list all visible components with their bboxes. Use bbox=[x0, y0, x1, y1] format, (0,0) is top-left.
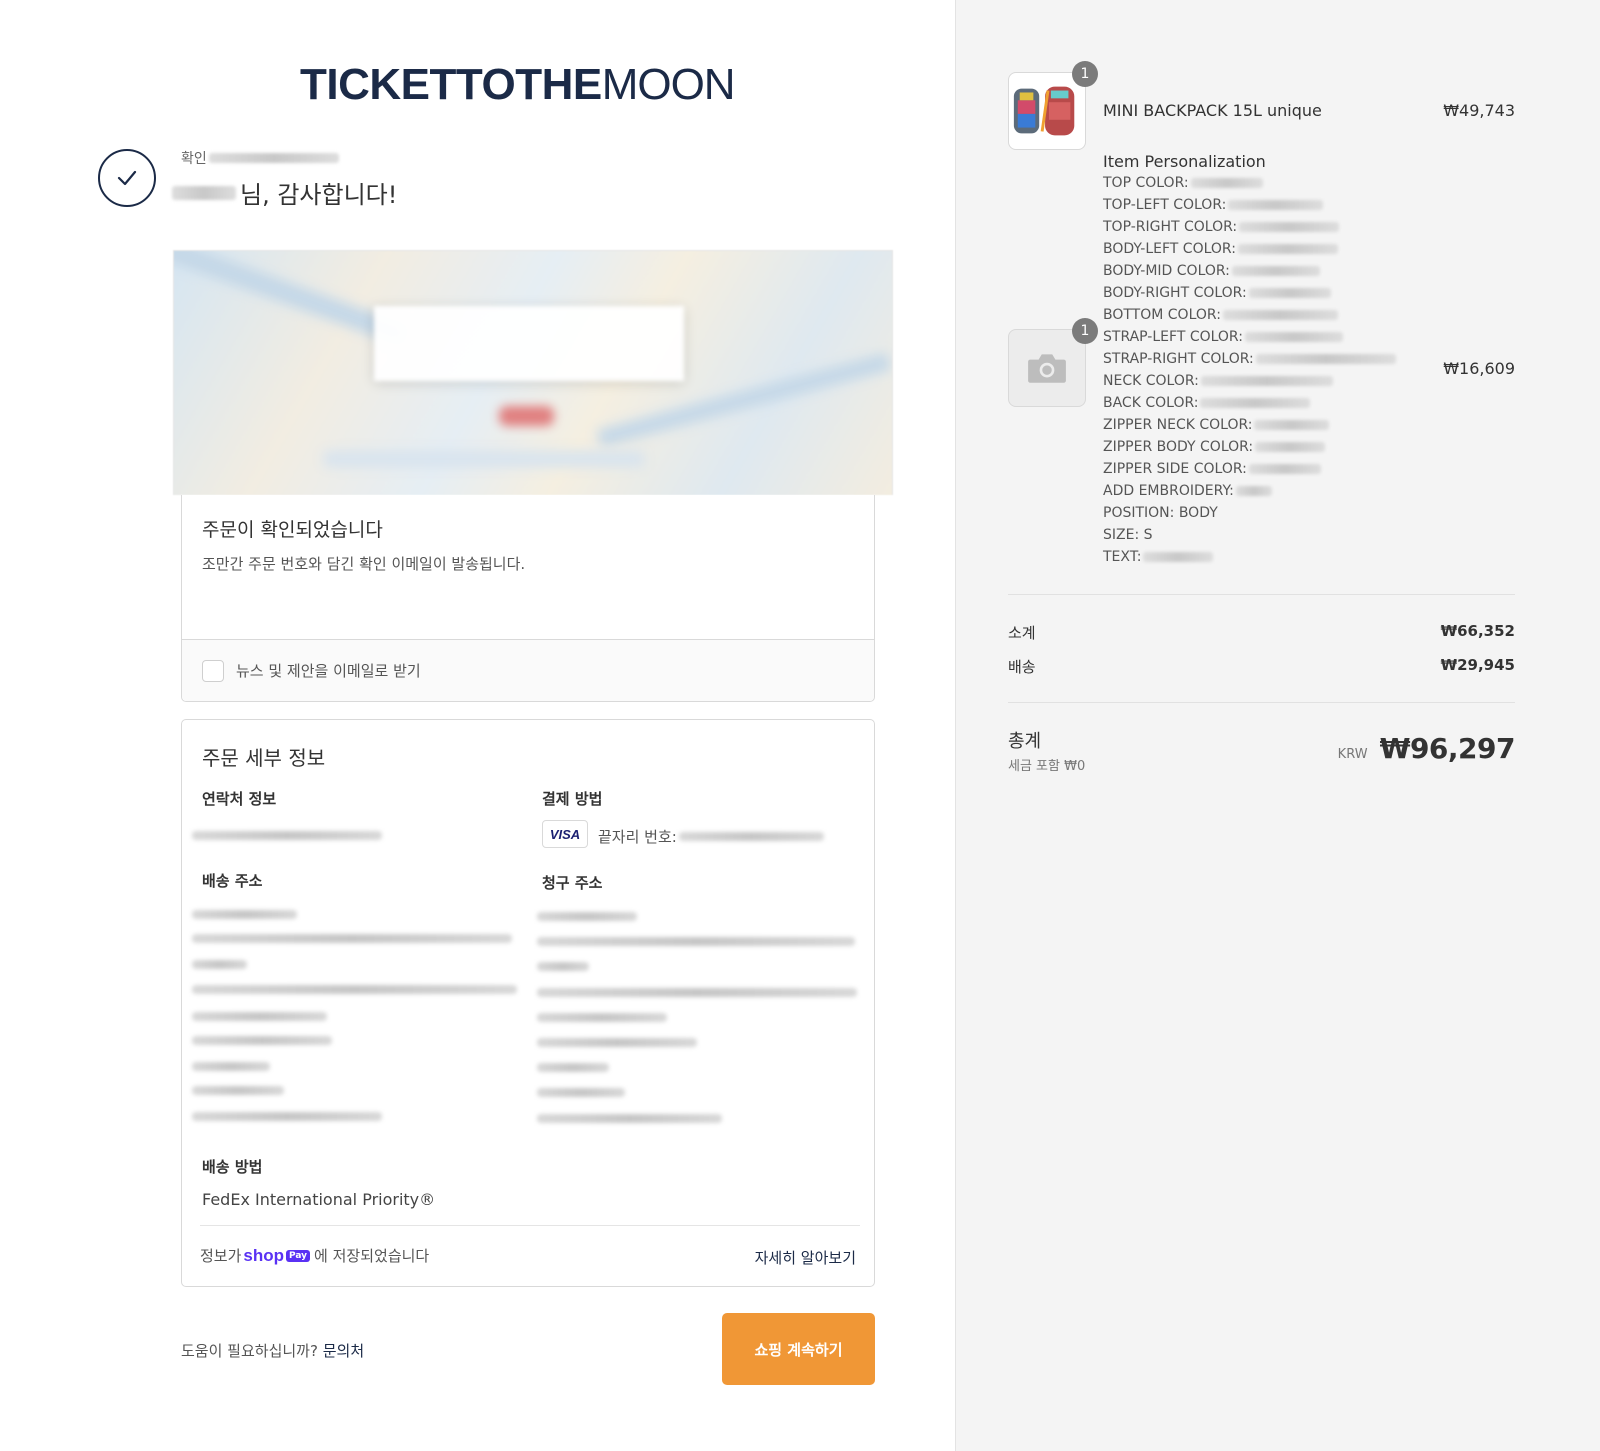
subtotal-row: 소계 ₩66,352 bbox=[1008, 622, 1515, 643]
confirmation-number: 확인 bbox=[181, 148, 339, 168]
product-price: ₩16,609 bbox=[1443, 359, 1515, 378]
attr-top-right-color: TOP-RIGHT COLOR: bbox=[1103, 219, 1340, 235]
map-pin bbox=[499, 406, 554, 426]
attr-text: TEXT: bbox=[1103, 549, 1214, 565]
personalization-title: Item Personalization bbox=[1103, 152, 1266, 171]
divider bbox=[1008, 594, 1515, 595]
shipping-row: 배송 ₩29,945 bbox=[1008, 656, 1515, 677]
visa-card-icon: VISA bbox=[542, 820, 588, 848]
newsletter-checkbox[interactable] bbox=[202, 659, 224, 682]
shipping-method-label: 배송 방법 bbox=[202, 1158, 263, 1176]
attr-neck-color: NECK COLOR: bbox=[1103, 373, 1333, 389]
product-name: MINI BACKPACK 15L unique bbox=[1103, 101, 1322, 120]
learn-more-link[interactable]: 자세히 알아보기 bbox=[755, 1247, 856, 1268]
payment-method-label: 결제 방법 bbox=[542, 790, 603, 808]
thank-you-text: 님, 감사합니다! bbox=[240, 181, 398, 209]
total-amount: KRW ₩96,297 bbox=[1337, 732, 1516, 765]
billing-address-label: 청구 주소 bbox=[542, 874, 603, 892]
attr-zipper-body-color: ZIPPER BODY COLOR: bbox=[1103, 439, 1326, 455]
attr-strap-right-color: STRAP-RIGHT COLOR: bbox=[1103, 351, 1396, 367]
attr-zipper-side-color: ZIPPER SIDE COLOR: bbox=[1103, 461, 1321, 477]
shoppay-saved-note: 정보가 shop Pay 에 저장되었습니다 bbox=[200, 1245, 429, 1266]
help-text: 도움이 필요하십니까? 문의처 bbox=[181, 1340, 364, 1361]
attr-strap-left-color: STRAP-LEFT COLOR: bbox=[1103, 329, 1343, 345]
contact-link[interactable]: 문의처 bbox=[323, 1342, 364, 1360]
checkout-main: TICKET TOTHE MOON 확인 님, 감사합니다! 주문이 확인되었습니다… bbox=[0, 0, 955, 1451]
total-value: ₩96,297 bbox=[1379, 732, 1516, 765]
newsletter-label: 뉴스 및 제안을 이메일로 받기 bbox=[236, 662, 421, 680]
product-price: ₩49,743 bbox=[1443, 101, 1515, 120]
subtotal-value: ₩66,352 bbox=[1440, 622, 1515, 640]
order-confirmed-message: 조만간 주문 번호와 담긴 확인 이메일이 발송됩니다. bbox=[202, 555, 526, 573]
attr-bottom-color: BOTTOM COLOR: bbox=[1103, 307, 1338, 323]
product-thumbnail bbox=[1008, 72, 1086, 150]
help-question: 도움이 필요하십니까? bbox=[181, 1342, 318, 1360]
order-details-panel: 주문 세부 정보 연락처 정보 결제 방법 VISA 끝자리 번호: 배송 주소… bbox=[181, 719, 875, 1287]
redacted-customer-name bbox=[172, 185, 236, 200]
order-confirmed-title: 주문이 확인되었습니다 bbox=[202, 519, 383, 541]
attr-top-color: TOP COLOR: bbox=[1103, 175, 1263, 191]
logo-moon: MOON bbox=[601, 60, 736, 109]
last-digits-label: 끝자리 번호: bbox=[598, 828, 677, 846]
shipping-method-value: FedEx International Priority® bbox=[202, 1190, 436, 1209]
attr-body-right-color: BODY-RIGHT COLOR: bbox=[1103, 285, 1331, 301]
shop-pay-logo: shop bbox=[243, 1245, 285, 1265]
attr-zipper-neck-color: ZIPPER NECK COLOR: bbox=[1103, 417, 1330, 433]
shop-pay-badge: Pay bbox=[286, 1249, 311, 1262]
product-thumbnail-placeholder bbox=[1008, 329, 1086, 407]
item-quantity-badge: 1 bbox=[1072, 61, 1098, 87]
order-summary-sidebar bbox=[955, 0, 1600, 1451]
delivery-map[interactable] bbox=[173, 250, 893, 495]
attr-position: POSITION: BODY bbox=[1103, 505, 1218, 521]
currency-code: KRW bbox=[1337, 747, 1368, 762]
confirmation-label: 확인 bbox=[181, 151, 207, 167]
attr-body-left-color: BODY-LEFT COLOR: bbox=[1103, 241, 1338, 257]
attr-size: SIZE: S bbox=[1103, 527, 1153, 543]
continue-shopping-button[interactable]: 쇼핑 계속하기 bbox=[722, 1313, 875, 1385]
redacted-contact bbox=[192, 831, 382, 840]
thank-you-heading: 님, 감사합니다! bbox=[172, 175, 397, 210]
shipping-value: ₩29,945 bbox=[1440, 656, 1515, 674]
camera-icon bbox=[1028, 354, 1066, 383]
check-circle-icon bbox=[98, 149, 156, 207]
attr-add-embroidery: ADD EMBROIDERY: bbox=[1103, 483, 1272, 499]
logo-ticket: TICKET bbox=[300, 60, 456, 109]
attr-top-left-color: TOP-LEFT COLOR: bbox=[1103, 197, 1324, 213]
attr-back-color: BACK COLOR: bbox=[1103, 395, 1311, 411]
redacted-card-digits bbox=[678, 832, 824, 841]
map-address-card bbox=[374, 306, 684, 381]
store-logo[interactable]: TICKET TOTHE MOON bbox=[300, 58, 756, 112]
order-confirmed-panel: 주문이 확인되었습니다 조만간 주문 번호와 담긴 확인 이메일이 발송됩니다.… bbox=[181, 495, 875, 702]
item-quantity-badge: 1 bbox=[1072, 318, 1098, 344]
redacted-order-number bbox=[208, 153, 339, 163]
newsletter-optin[interactable]: 뉴스 및 제안을 이메일로 받기 bbox=[182, 639, 874, 701]
subtotal-label: 소계 bbox=[1008, 624, 1036, 642]
total-label: 총계 bbox=[1008, 731, 1042, 752]
order-details-title: 주문 세부 정보 bbox=[202, 746, 326, 770]
shipping-address-label: 배송 주소 bbox=[202, 872, 263, 890]
divider bbox=[1008, 702, 1515, 703]
attr-body-mid-color: BODY-MID COLOR: bbox=[1103, 263, 1320, 279]
divider bbox=[200, 1225, 860, 1226]
shoppay-prefix: 정보가 bbox=[200, 1247, 242, 1265]
card-last-digits: 끝자리 번호: bbox=[598, 826, 824, 847]
logo-tothe: TOTHE bbox=[455, 60, 602, 109]
tax-note: 세금 포함 ₩0 bbox=[1008, 759, 1086, 774]
shoppay-suffix: 에 저장되었습니다 bbox=[314, 1247, 430, 1265]
contact-info-label: 연락처 정보 bbox=[202, 790, 277, 808]
shipping-label: 배송 bbox=[1008, 658, 1036, 676]
